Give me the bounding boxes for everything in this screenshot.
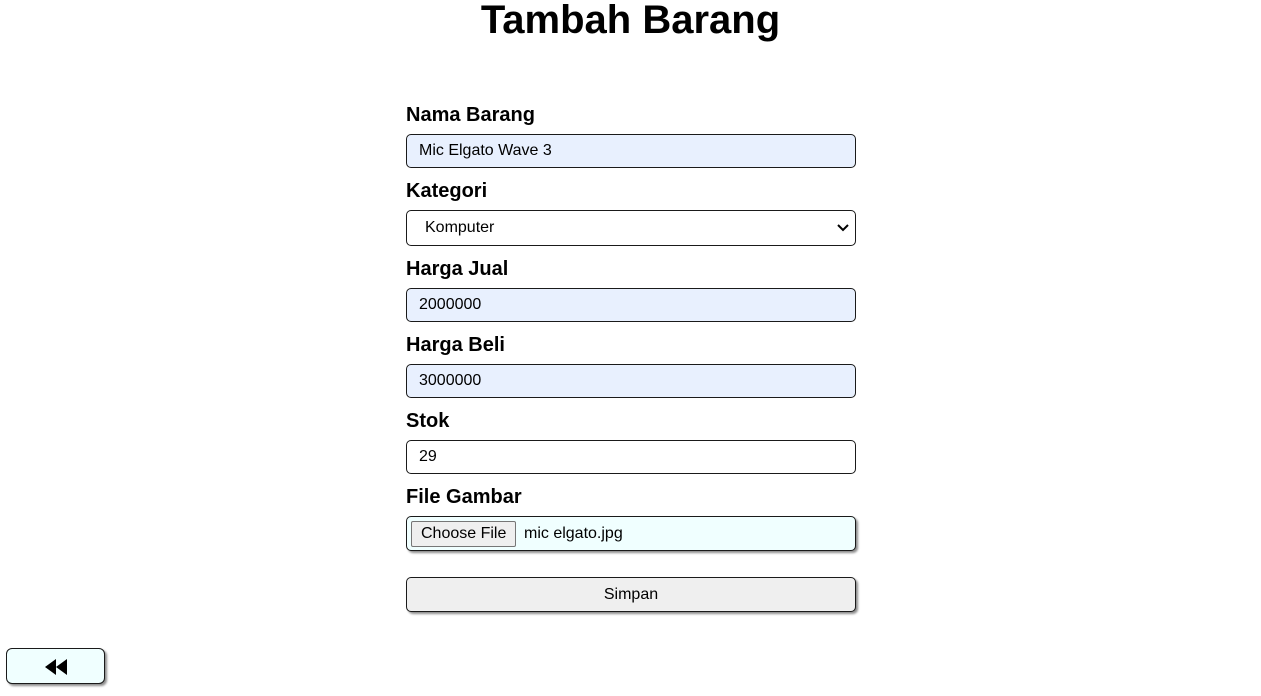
harga-beli-input[interactable]: 3000000: [406, 364, 856, 398]
file-gambar-label: File Gambar: [406, 486, 522, 508]
back-button[interactable]: [6, 648, 105, 684]
add-item-form: Nama Barang Mic Elgato Wave 3 Kategori K…: [406, 102, 856, 612]
chevron-down-icon: [837, 224, 849, 232]
rewind-icon: [45, 659, 67, 675]
harga-jual-label: Harga Jual: [406, 258, 509, 280]
page: Tambah Barang Nama Barang Mic Elgato Wav…: [0, 0, 1261, 696]
stok-label: Stok: [406, 410, 450, 432]
kategori-select[interactable]: Komputer: [406, 210, 856, 246]
nama-barang-label: Nama Barang: [406, 104, 535, 126]
page-title: Tambah Barang: [480, 0, 781, 42]
harga-beli-label: Harga Beli: [406, 334, 505, 356]
choose-file-button[interactable]: Choose File: [411, 521, 517, 547]
harga-jual-input[interactable]: 2000000: [406, 288, 856, 322]
simpan-button[interactable]: Simpan: [406, 577, 856, 612]
kategori-selected-value: Komputer: [425, 219, 495, 236]
stok-input[interactable]: 29: [406, 440, 856, 474]
nama-barang-input[interactable]: Mic Elgato Wave 3: [406, 134, 856, 168]
selected-file-name: mic elgato.jpg: [524, 525, 623, 542]
kategori-label: Kategori: [406, 180, 488, 202]
file-gambar-input[interactable]: Choose File mic elgato.jpg: [406, 516, 856, 551]
